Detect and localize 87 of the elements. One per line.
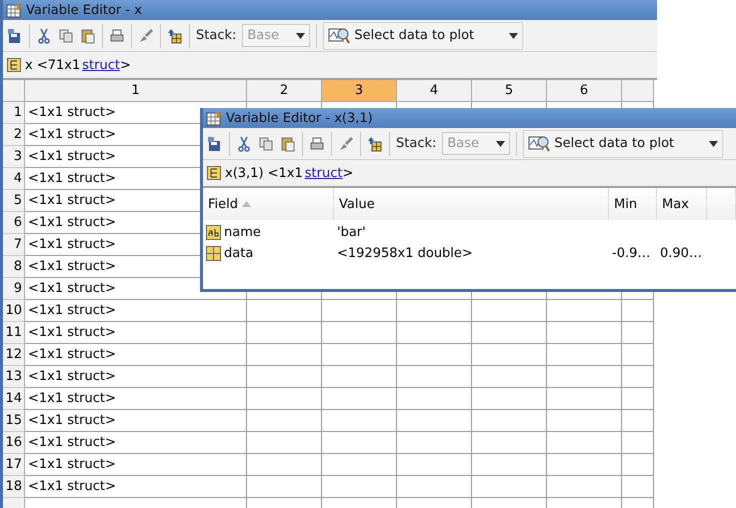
struct-icon [7, 58, 21, 72]
row-number: 2 [3, 124, 25, 146]
row-number: 15 [3, 410, 25, 432]
table-cell [622, 344, 654, 366]
table-cell: <1x1 struct> [25, 410, 247, 432]
table-cell: <1x1 struct> [25, 454, 247, 476]
caret-icon [496, 140, 506, 146]
variable-label: x <71x1 [25, 58, 80, 72]
paste-icon[interactable] [280, 136, 296, 152]
table-cell [622, 454, 654, 476]
bracket-label: > [120, 58, 131, 72]
brush-icon[interactable] [338, 136, 354, 152]
save-icon[interactable] [7, 28, 23, 44]
row-number: 6 [3, 212, 25, 234]
struct-link[interactable]: struct [82, 58, 120, 72]
column-header[interactable]: Min [609, 188, 657, 220]
caret-icon [709, 140, 718, 146]
column-header[interactable]: 3 [322, 80, 397, 102]
table-cell [622, 300, 654, 322]
row-number: 1 [3, 102, 25, 124]
table-cell [622, 410, 654, 432]
table-cell [622, 432, 654, 454]
window-icon [6, 2, 22, 18]
plot-icon [528, 134, 550, 152]
column-header[interactable]: 5 [472, 80, 547, 102]
bracket-label: > [342, 166, 354, 180]
table-cell: <1x1 struct> [25, 432, 247, 454]
table-cell: <1x1 struct> [25, 388, 247, 410]
column-header[interactable]: 2 [247, 80, 322, 102]
table-cell: <1x1 struct> [25, 322, 247, 344]
plot-icon [328, 26, 350, 44]
field-value: 'bar' [336, 224, 367, 242]
caret-icon [296, 32, 306, 38]
row-number: 14 [3, 388, 25, 410]
column-header[interactable]: Max [657, 188, 707, 220]
paste-icon[interactable] [80, 28, 96, 44]
table-cell [622, 388, 654, 410]
print-icon[interactable] [109, 28, 125, 44]
save-icon[interactable] [207, 136, 223, 152]
row-number: 12 [3, 344, 25, 366]
struct-icon [207, 166, 221, 180]
cut-icon[interactable] [236, 136, 252, 152]
table-cell: <1x1 struct> [25, 344, 247, 366]
stack-label: Stack: [396, 136, 436, 151]
copy-icon[interactable] [58, 28, 74, 44]
row-number: 18 [3, 476, 25, 498]
struct-link[interactable]: struct [304, 166, 342, 180]
row-number: 5 [3, 190, 25, 212]
row-number: 4 [3, 168, 25, 190]
caret-icon [509, 32, 518, 38]
window-title: Variable Editor - x [26, 2, 142, 18]
window-icon [206, 110, 222, 126]
print-icon[interactable] [309, 136, 325, 152]
row-number: 13 [3, 366, 25, 388]
table-icon[interactable] [167, 28, 183, 44]
column-header[interactable]: Value [334, 188, 609, 220]
stack-label: Stack: [196, 28, 236, 43]
row-number: 11 [3, 322, 25, 344]
min-value: -0.9… [611, 245, 652, 263]
table-cell [622, 322, 654, 344]
row-number: 7 [3, 234, 25, 256]
plot-button[interactable]: Select data to plot [323, 22, 524, 50]
table-cell: <1x1 struct> [25, 366, 247, 388]
table-cell [622, 366, 654, 388]
table-cell: <1x1 struct> [25, 300, 247, 322]
table-cell: <1x1 struct> [25, 476, 247, 498]
column-header[interactable]: Field [203, 188, 334, 220]
max-value: 0.90… [659, 245, 703, 263]
cut-icon[interactable] [36, 28, 52, 44]
plot-button[interactable]: Select data to plot [523, 130, 724, 158]
row-number: 3 [3, 146, 25, 168]
sort-icon [242, 201, 252, 207]
field-value: <192958x1 double> [336, 245, 474, 263]
text-field-icon [206, 225, 221, 240]
brush-icon[interactable] [138, 28, 154, 44]
column-header[interactable]: 6 [547, 80, 622, 102]
table-icon[interactable] [367, 136, 383, 152]
row-number: 16 [3, 432, 25, 454]
row-number: 10 [3, 300, 25, 322]
row-number: 9 [3, 278, 25, 300]
row-number: 17 [3, 454, 25, 476]
row-number: 8 [3, 256, 25, 278]
array-icon [206, 246, 221, 261]
copy-icon[interactable] [258, 136, 274, 152]
table-cell [622, 476, 654, 498]
column-header[interactable]: 4 [397, 80, 472, 102]
column-header[interactable]: 1 [25, 80, 247, 102]
